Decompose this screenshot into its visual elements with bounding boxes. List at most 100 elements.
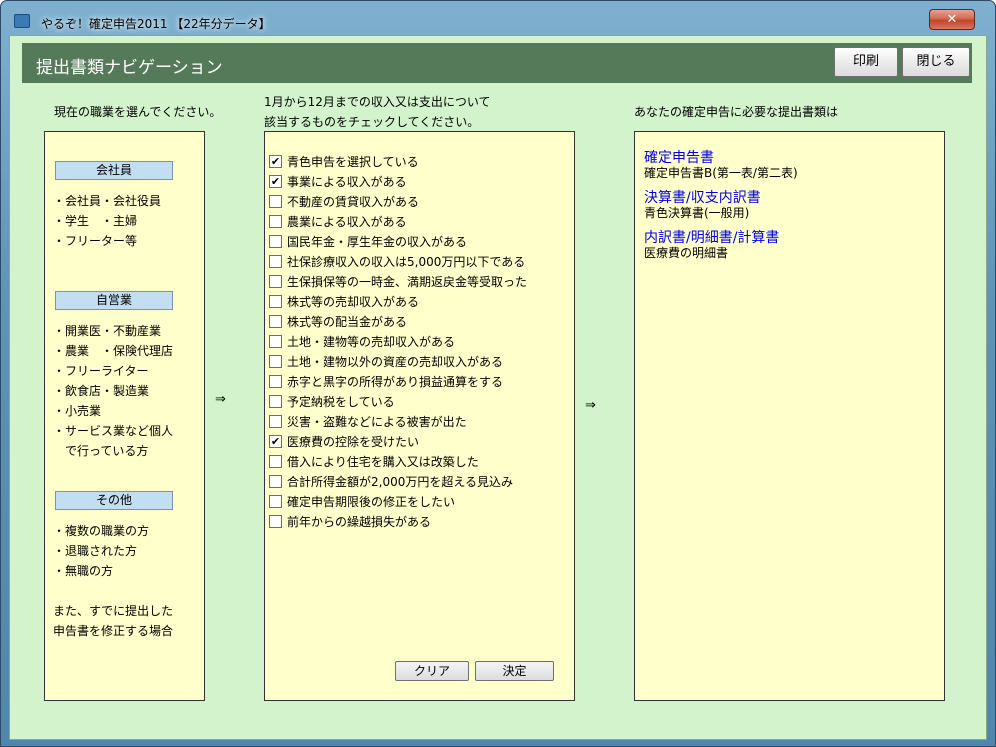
checkbox-checked[interactable]: ✔ bbox=[269, 174, 282, 188]
required-docs-panel: 確定申告書 確定申告書B(第一表/第二表) 決算書/収支内訳書 青色決算書(一般… bbox=[634, 131, 945, 701]
check-row[interactable]: 株式等の配当金がある bbox=[269, 311, 527, 331]
check-row[interactable]: 予定納税をしている bbox=[269, 391, 527, 411]
income-caption: 1月から12月までの収入又は支出について 該当するものをチェックしてください。 bbox=[264, 92, 491, 132]
list-item: ・学生 ・主婦 bbox=[53, 214, 138, 228]
note-line: 申告書を修正する場合 bbox=[53, 624, 174, 638]
category-button-other[interactable]: その他 bbox=[55, 491, 173, 510]
checkbox-label: 確定申告期限後の修正をしたい bbox=[287, 494, 456, 509]
list-item: で行っている方 bbox=[53, 444, 149, 458]
check-row[interactable]: ✔ 医療費の控除を受けたい bbox=[269, 431, 527, 451]
check-row[interactable]: 不動産の賃貸収入がある bbox=[269, 191, 527, 211]
checkbox-label: 事業による収入がある bbox=[287, 174, 407, 189]
checkbox-label: 青色申告を選択している bbox=[287, 154, 419, 169]
check-row[interactable]: 国民年金・厚生年金の収入がある bbox=[269, 231, 527, 251]
check-row[interactable]: 土地・建物等の売却収入がある bbox=[269, 331, 527, 351]
check-row[interactable]: 社保診療収入の収入は5,000万円以下である bbox=[269, 251, 527, 271]
checkbox[interactable] bbox=[269, 334, 282, 348]
checkbox-label: 生保損保等の一時金、満期返戻金等受取った bbox=[287, 274, 528, 289]
list-item: ・農業 ・保険代理店 bbox=[53, 344, 174, 358]
app-icon bbox=[14, 14, 30, 28]
category-button-employee[interactable]: 会社員 bbox=[55, 161, 173, 180]
checkbox-label: 株式等の配当金がある bbox=[287, 314, 408, 329]
checkbox[interactable] bbox=[269, 494, 282, 508]
checkbox[interactable] bbox=[269, 314, 282, 328]
checkbox[interactable] bbox=[269, 414, 282, 428]
check-row[interactable]: 借入により住宅を購入又は改築した bbox=[269, 451, 527, 471]
list-item: ・飲食店・製造業 bbox=[53, 384, 150, 398]
check-row[interactable]: 災害・盗難などによる被害が出た bbox=[269, 411, 527, 431]
checkbox[interactable] bbox=[269, 354, 282, 368]
doc-link-financial-statement[interactable]: 決算書/収支内訳書 bbox=[644, 190, 761, 206]
list-item: ・サービス業など個人 bbox=[53, 424, 174, 438]
doc-link-tax-return[interactable]: 確定申告書 bbox=[644, 150, 798, 166]
checkbox-label: 借入により住宅を購入又は改築した bbox=[287, 454, 479, 469]
checkbox-label: 合計所得金額が2,000万円を超える見込み bbox=[287, 474, 513, 489]
checkbox[interactable] bbox=[269, 254, 282, 268]
check-row[interactable]: 生保損保等の一時金、満期返戻金等受取った bbox=[269, 271, 527, 291]
category-button-self-employed[interactable]: 自営業 bbox=[55, 291, 173, 310]
list-item: ・複数の職業の方 bbox=[53, 524, 150, 538]
doc-detail: 医療費の明細書 bbox=[644, 246, 729, 260]
checkbox-label: 国民年金・厚生年金の収入がある bbox=[287, 234, 468, 249]
list-item: ・フリーター等 bbox=[53, 234, 138, 248]
check-row[interactable]: 株式等の売却収入がある bbox=[269, 291, 527, 311]
checkbox[interactable] bbox=[269, 234, 282, 248]
check-row[interactable]: ✔ 青色申告を選択している bbox=[269, 151, 527, 171]
checkbox[interactable] bbox=[269, 214, 282, 228]
list-item: ・退職された方 bbox=[53, 544, 138, 558]
other-list: ・複数の職業の方 ・退職された方 ・無職の方 bbox=[53, 521, 149, 581]
employee-list: ・会社員・会社役員 ・学生 ・主婦 ・フリーター等 bbox=[53, 191, 161, 251]
list-item: ・無職の方 bbox=[53, 564, 114, 578]
checkbox[interactable] bbox=[269, 454, 282, 468]
checkbox[interactable] bbox=[269, 394, 282, 408]
checkbox-label: 医療費の控除を受けたい bbox=[287, 434, 420, 449]
checkbox-label: 不動産の賃貸収入がある bbox=[287, 194, 420, 209]
checkbox-label: 災害・盗難などによる被害が出た bbox=[287, 414, 467, 429]
note-line: また、すでに提出した bbox=[53, 604, 174, 618]
amendment-note: また、すでに提出した 申告書を修正する場合 bbox=[53, 601, 173, 641]
check-row[interactable]: 農業による収入がある bbox=[269, 211, 527, 231]
doc-group: 確定申告書 確定申告書B(第一表/第二表) bbox=[644, 150, 798, 181]
doc-detail: 確定申告書B(第一表/第二表) bbox=[644, 166, 798, 180]
title-bar[interactable]: やるぞ！確定申告2011 【22年分データ】 ✕ bbox=[1, 1, 995, 35]
app-window: やるぞ！確定申告2011 【22年分データ】 ✕ 提出書類ナビゲーション 印刷 … bbox=[0, 0, 996, 747]
doc-group: 決算書/収支内訳書 青色決算書(一般用) bbox=[644, 190, 761, 221]
checkbox[interactable] bbox=[269, 374, 282, 388]
checkbox-checked[interactable]: ✔ bbox=[269, 154, 282, 168]
check-row[interactable]: 赤字と黒字の所得があり損益通算をする bbox=[269, 371, 527, 391]
check-row[interactable]: 確定申告期限後の修正をしたい bbox=[269, 491, 527, 511]
checkbox-checked[interactable]: ✔ bbox=[269, 434, 282, 448]
checkbox[interactable] bbox=[269, 294, 282, 308]
check-row[interactable]: ✔ 事業による収入がある bbox=[269, 171, 527, 191]
checkbox[interactable] bbox=[269, 474, 282, 488]
page-title: 提出書類ナビゲーション bbox=[36, 58, 223, 78]
checkbox-label: 土地・建物等の売却収入がある bbox=[287, 334, 456, 349]
check-row[interactable]: 土地・建物以外の資産の売却収入がある bbox=[269, 351, 527, 371]
caption-line: 1月から12月までの収入又は支出について bbox=[264, 95, 491, 109]
occupation-caption: 現在の職業を選んでください。 bbox=[54, 105, 222, 119]
income-check-panel: ✔ 青色申告を選択している ✔ 事業による収入がある 不動産の賃貸収入がある 農業による収… bbox=[264, 131, 575, 701]
doc-link-breakdown[interactable]: 内訳書/明細書/計算書 bbox=[644, 230, 779, 246]
print-button[interactable]: 印刷 bbox=[834, 47, 898, 77]
check-row[interactable]: 前年からの繰越損失がある bbox=[269, 511, 527, 531]
list-item: ・小売業 bbox=[53, 404, 102, 418]
self-employed-list: ・開業医・不動産業 ・農業 ・保険代理店 ・フリーライター ・飲食店・製造業 ・… bbox=[53, 321, 173, 461]
check-row[interactable]: 合計所得金額が2,000万円を超える見込み bbox=[269, 471, 527, 491]
checkbox-label: 農業による収入がある bbox=[287, 214, 407, 229]
window-close-button[interactable]: ✕ bbox=[929, 9, 975, 30]
checkbox[interactable] bbox=[269, 514, 282, 528]
occupation-panel: 会社員 ・会社員・会社役員 ・学生 ・主婦 ・フリーター等 自営業 ・開業医・不… bbox=[44, 131, 205, 701]
clear-button[interactable]: クリア bbox=[395, 661, 469, 681]
doc-group: 内訳書/明細書/計算書 医療費の明細書 bbox=[644, 230, 779, 261]
checkbox[interactable] bbox=[269, 274, 282, 288]
close-button[interactable]: 閉じる bbox=[902, 47, 970, 77]
required-docs-caption: あなたの確定申告に必要な提出書類は bbox=[634, 105, 839, 119]
checkbox-label: 予定納税をしている bbox=[287, 394, 395, 409]
decide-button[interactable]: 決定 bbox=[475, 661, 554, 681]
client-area: 提出書類ナビゲーション 印刷 閉じる 現在の職業を選んでください。 会社員 ・会… bbox=[9, 35, 987, 740]
checkbox-label: 株式等の売却収入がある bbox=[287, 294, 420, 309]
doc-detail: 青色決算書(一般用) bbox=[644, 206, 750, 220]
checkbox[interactable] bbox=[269, 194, 282, 208]
list-item: ・開業医・不動産業 bbox=[53, 324, 162, 338]
caption-line: 該当するものをチェックしてください。 bbox=[264, 115, 480, 129]
